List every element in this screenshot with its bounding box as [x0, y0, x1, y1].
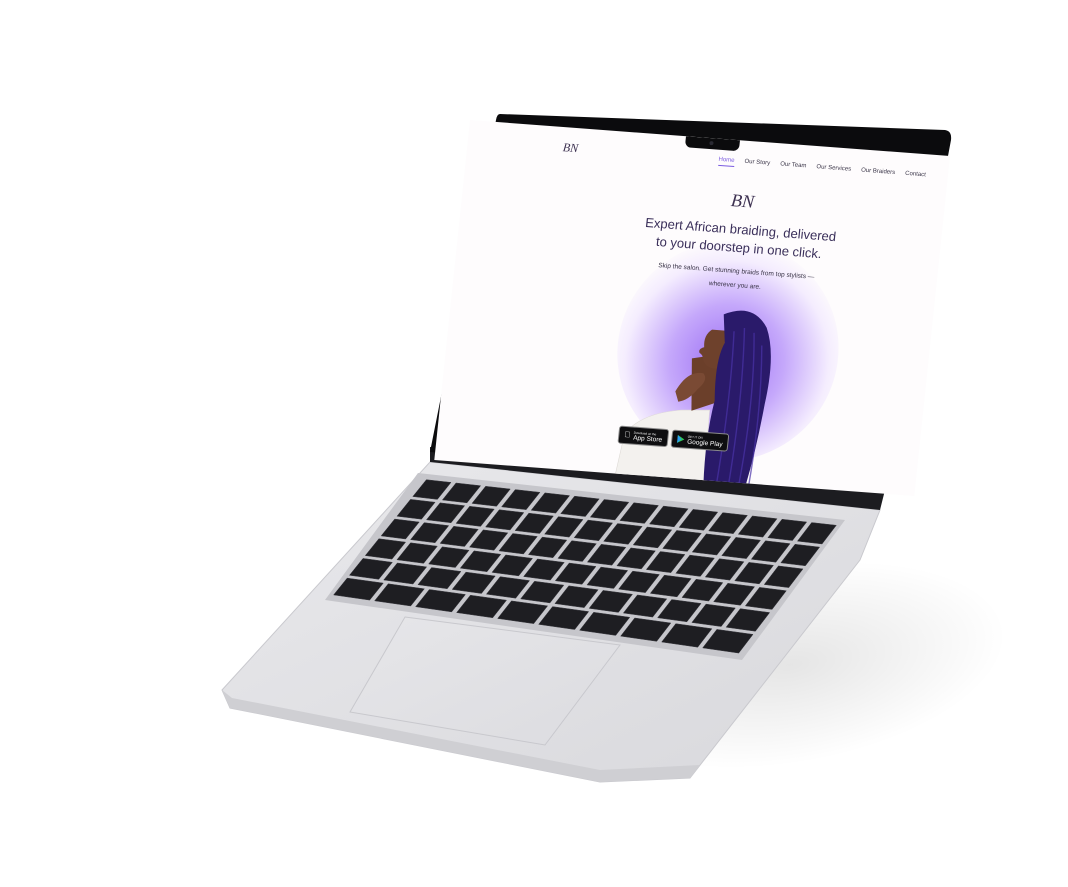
nav-our-team[interactable]: Our Team — [780, 161, 807, 172]
app-store-text: Download on the App Store — [633, 430, 663, 443]
app-store-button[interactable]:  Download on the App Store — [617, 425, 670, 448]
camera-icon — [709, 141, 714, 146]
hero-image-woman-with-braids — [612, 310, 771, 494]
nav-contact[interactable]: Contact — [904, 171, 926, 182]
play-icon — [676, 434, 685, 443]
nav-our-braiders[interactable]: Our Braiders — [860, 167, 896, 179]
main-nav: Home Our Story Our Team Our Services Our… — [718, 157, 926, 182]
hero-logo: BN — [730, 190, 756, 212]
google-play-text: GET IT ON Google Play — [687, 434, 724, 448]
app-store-big: App Store — [626, 433, 663, 443]
nav-our-services[interactable]: Our Services — [816, 164, 851, 176]
apple-icon:  — [624, 430, 631, 439]
website-screen: BN Home Our Story Our Team Our Services … — [434, 120, 950, 496]
google-play-big: Google Play — [686, 438, 723, 448]
brand-logo[interactable]: BN — [562, 140, 579, 156]
nav-our-story[interactable]: Our Story — [744, 159, 770, 170]
nav-home[interactable]: Home — [718, 157, 735, 167]
